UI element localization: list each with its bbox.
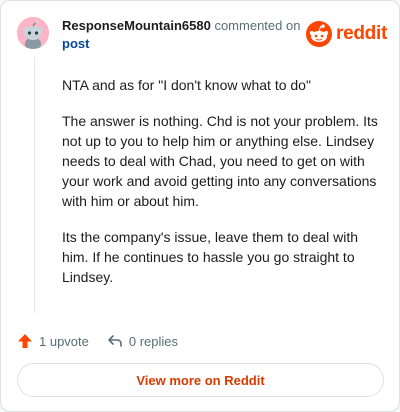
author-name[interactable]: ResponseMountain6580 — [62, 18, 211, 33]
upvote-button[interactable]: 1 upvote — [17, 333, 89, 349]
thread-line — [34, 57, 35, 313]
comment-card: ResponseMountain6580 commented on post r… — [0, 0, 400, 412]
comment-paragraph: NTA and as for "I don't know what to do" — [62, 77, 311, 93]
commented-on-text: commented on — [214, 18, 301, 33]
replies-count: 0 replies — [128, 333, 179, 349]
comment-actions: 1 upvote 0 replies — [17, 331, 196, 351]
comment-header: ResponseMountain6580 commented on post r… — [17, 15, 387, 55]
upvote-arrow-icon — [18, 334, 32, 348]
reply-arrow-icon — [108, 335, 122, 347]
comment-paragraph: Its the company's issue, leave them to d… — [62, 229, 359, 285]
snoo-avatar-icon — [17, 17, 49, 49]
user-avatar[interactable] — [17, 17, 49, 49]
upvote-count: 1 upvote — [39, 333, 89, 349]
comment-paragraph: The answer is nothing. Chd is not your p… — [62, 113, 378, 209]
reddit-logo-icon — [306, 21, 333, 47]
view-more-button[interactable]: View more on Reddit — [17, 363, 384, 397]
replies-button[interactable]: 0 replies — [107, 333, 178, 349]
comment-body: NTA and as for "I don't know what to do"… — [62, 75, 384, 303]
post-link[interactable]: post — [62, 35, 89, 53]
author-line: ResponseMountain6580 commented on — [62, 17, 300, 35]
reddit-brand[interactable]: reddit — [306, 21, 387, 47]
reddit-wordmark: reddit — [336, 23, 387, 44]
